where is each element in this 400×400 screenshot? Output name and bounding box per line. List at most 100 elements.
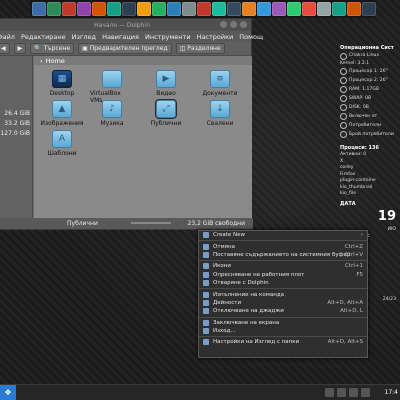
drive-size-3[interactable]: 127.0 GiB	[0, 130, 30, 137]
folder-label: Изображения	[40, 120, 84, 127]
users-icon	[340, 122, 347, 130]
dock-launcher-icon[interactable]	[272, 2, 286, 16]
dock-launcher-icon[interactable]	[242, 2, 256, 16]
folder-downloads[interactable]: ↓ Свалени	[198, 100, 242, 127]
dock-launcher-icon[interactable]	[227, 2, 241, 16]
public-folder-icon: ⤢	[155, 99, 177, 119]
menu-logout[interactable]: Изход...	[199, 327, 367, 335]
menu-paste[interactable]: Поставяне съдържанието на системния буфе…	[199, 251, 367, 259]
folder-label: Видео	[156, 90, 176, 97]
dock-launcher-icon[interactable]	[137, 2, 151, 16]
volume-icon[interactable]	[349, 388, 358, 397]
dock-launcher-icon[interactable]	[62, 2, 76, 16]
menu-refresh[interactable]: Опресняване на работния плот F5	[199, 271, 367, 279]
dock-launcher-icon[interactable]	[332, 2, 346, 16]
dolphin-icon	[203, 280, 209, 287]
keyboard-layout-icon[interactable]	[337, 388, 346, 397]
statusbar: Публични 23,2 GiB свободни	[0, 218, 253, 229]
kde-logo-icon: ❖	[4, 388, 12, 397]
dock-launcher-icon[interactable]	[167, 2, 181, 16]
folder-public[interactable]: ⤢ Публични	[144, 99, 188, 127]
templates-folder-icon: A	[52, 130, 72, 148]
logout-icon	[203, 328, 209, 335]
drive-size-2[interactable]: 33.2 GiB	[4, 120, 30, 127]
clock[interactable]: 17:4	[385, 389, 398, 396]
menu-help[interactable]: Помощ	[239, 33, 263, 41]
breadcrumb[interactable]: › Home	[34, 56, 252, 65]
dock-launcher-icon[interactable]	[362, 2, 376, 16]
zoom-slider[interactable]	[131, 222, 171, 224]
undo-icon	[203, 243, 209, 250]
dock-launcher-icon[interactable]	[257, 2, 271, 16]
cpu1-temp: Процесор 1: 26°	[349, 68, 388, 74]
menu-open-dolphin[interactable]: Отваряне с Dolphin	[199, 279, 367, 287]
menu-shortcut: Alt+D, Alt+S	[327, 339, 363, 346]
search-button[interactable]: 🔍 Търсене	[30, 43, 75, 54]
process-item: kio_file	[340, 190, 357, 196]
menu-activities[interactable]: Дейности Alt+D, Alt+A	[199, 299, 367, 307]
menu-view[interactable]: Изглед	[72, 33, 96, 41]
menubar: Файл Редактиране Изглед Навигация Инстру…	[0, 31, 263, 42]
submenu-arrow-icon: ›	[360, 232, 363, 239]
close-icon[interactable]	[240, 21, 247, 28]
menu-lock-screen[interactable]: Заключване на екрана	[199, 319, 367, 327]
activities-icon	[203, 299, 209, 306]
new-icon	[203, 232, 209, 239]
preview-icon: ▣	[82, 45, 88, 52]
file-view[interactable]: › Home ▦ Desktop VirtualBox VMs ▶ Видео …	[34, 56, 252, 220]
dock-launcher-icon[interactable]	[317, 2, 331, 16]
folder-music[interactable]: ♪ Музика	[90, 100, 134, 127]
split-button[interactable]: ◫ Разделяне	[175, 43, 225, 54]
forward-button[interactable]: ▶	[13, 43, 27, 54]
dock-launcher-icon[interactable]	[122, 2, 136, 16]
dock-launcher-icon[interactable]	[77, 2, 91, 16]
window-titlebar[interactable]: Начало — Dolphin	[0, 19, 251, 31]
app-launcher-button[interactable]: ❖	[0, 384, 16, 400]
menu-run-command[interactable]: Изпълнение на команда	[199, 290, 367, 298]
breadcrumb-home[interactable]: Home	[46, 57, 65, 65]
minimize-icon[interactable]	[220, 21, 227, 28]
clipboard-icon[interactable]	[325, 388, 334, 397]
back-button[interactable]: ◀	[0, 43, 10, 54]
folder-video[interactable]: ▶ Видео	[144, 70, 188, 97]
menu-settings[interactable]: Настройки	[197, 33, 234, 41]
folder-desktop[interactable]: ▦ Desktop	[40, 70, 84, 97]
dock-launcher-icon[interactable]	[347, 2, 361, 16]
folder-templates[interactable]: A Шаблони	[40, 130, 84, 157]
disk-usage: DISK: 0B	[349, 104, 369, 110]
preview-button[interactable]: ▣ Предварителен преглед	[78, 43, 172, 54]
system-tray	[325, 388, 370, 397]
drive-size-1[interactable]: 26.4 GiB	[4, 110, 30, 117]
menu-icons[interactable]: Икони Ctrl+1	[199, 262, 367, 270]
dock-launcher-icon[interactable]	[182, 2, 196, 16]
dock-launcher-icon[interactable]	[287, 2, 301, 16]
menu-unlock-widgets[interactable]: Отключване на джаджи Alt+D, L	[199, 307, 367, 315]
desktop[interactable]: Начало — Dolphin Файл Редактиране Изглед…	[0, 0, 400, 400]
folder-label: Desktop	[49, 90, 75, 97]
menu-file[interactable]: Файл	[0, 33, 15, 41]
menu-item-label: Изпълнение на команда	[213, 291, 285, 298]
disk-gauge-icon	[340, 104, 347, 112]
menu-item-label: Изход...	[213, 328, 236, 335]
network-icon[interactable]	[361, 388, 370, 397]
dock-launcher-icon[interactable]	[152, 2, 166, 16]
dock-launcher-icon[interactable]	[92, 2, 106, 16]
dock-launcher-icon[interactable]	[197, 2, 211, 16]
folder-documents[interactable]: ≡ Документи	[198, 70, 242, 97]
menu-tools[interactable]: Инструменти	[145, 33, 191, 41]
split-icon: ◫	[179, 45, 186, 52]
menu-folder-view-settings[interactable]: Настройки на Изглед с папки Alt+D, Alt+S	[199, 338, 367, 346]
dock-launcher-icon[interactable]	[32, 2, 46, 16]
menu-shortcut: Alt+D, Alt+A	[327, 299, 363, 306]
folder-virtualbox[interactable]: VirtualBox VMs	[90, 70, 134, 104]
dock-launcher-icon[interactable]	[302, 2, 316, 16]
folder-pictures[interactable]: ▲ Изображения	[40, 100, 84, 127]
dock-launcher-icon[interactable]	[107, 2, 121, 16]
menu-undo[interactable]: Отмяна Ctrl+Z	[199, 242, 367, 250]
dock-launcher-icon[interactable]	[212, 2, 226, 16]
dock-launcher-icon[interactable]	[47, 2, 61, 16]
maximize-icon[interactable]	[230, 21, 237, 28]
menu-edit[interactable]: Редактиране	[21, 33, 66, 41]
menu-navigation[interactable]: Навигация	[102, 33, 139, 41]
menu-create-new[interactable]: Create New ›	[199, 231, 367, 239]
